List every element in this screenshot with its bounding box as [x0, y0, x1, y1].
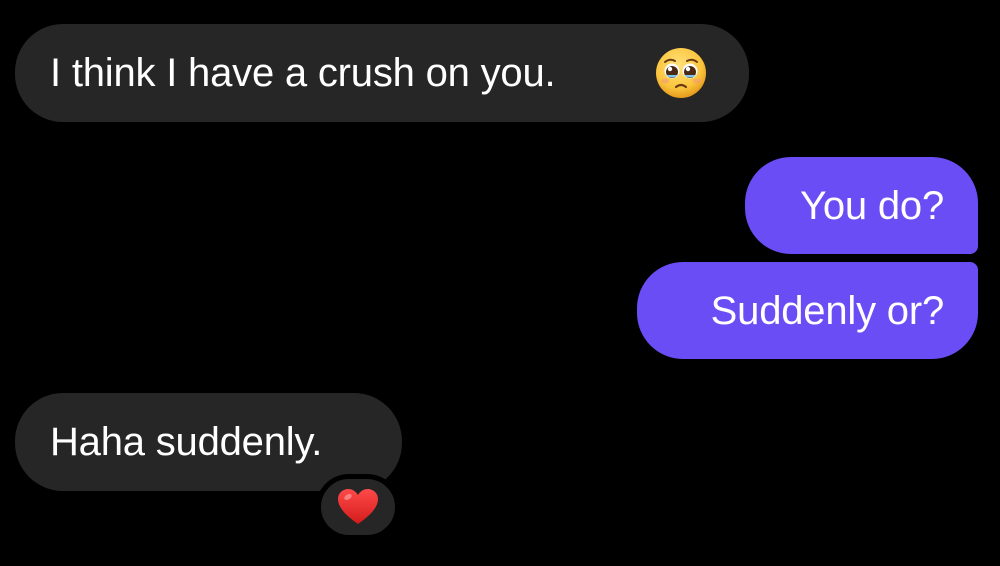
message-text: I think I have a crush on you.	[50, 51, 556, 95]
reaction-badge[interactable]	[316, 474, 400, 540]
outgoing-message-bubble[interactable]: You do?	[745, 157, 978, 254]
red-heart-icon	[338, 489, 378, 524]
pleading-face-icon	[656, 48, 706, 98]
message-text: You do?	[800, 183, 944, 228]
message-text: Haha suddenly.	[50, 420, 323, 464]
message-text: Suddenly or?	[710, 288, 945, 333]
incoming-message-bubble[interactable]: I think I have a crush on you.	[15, 24, 749, 122]
outgoing-message-bubble[interactable]: Suddenly or?	[637, 262, 978, 359]
